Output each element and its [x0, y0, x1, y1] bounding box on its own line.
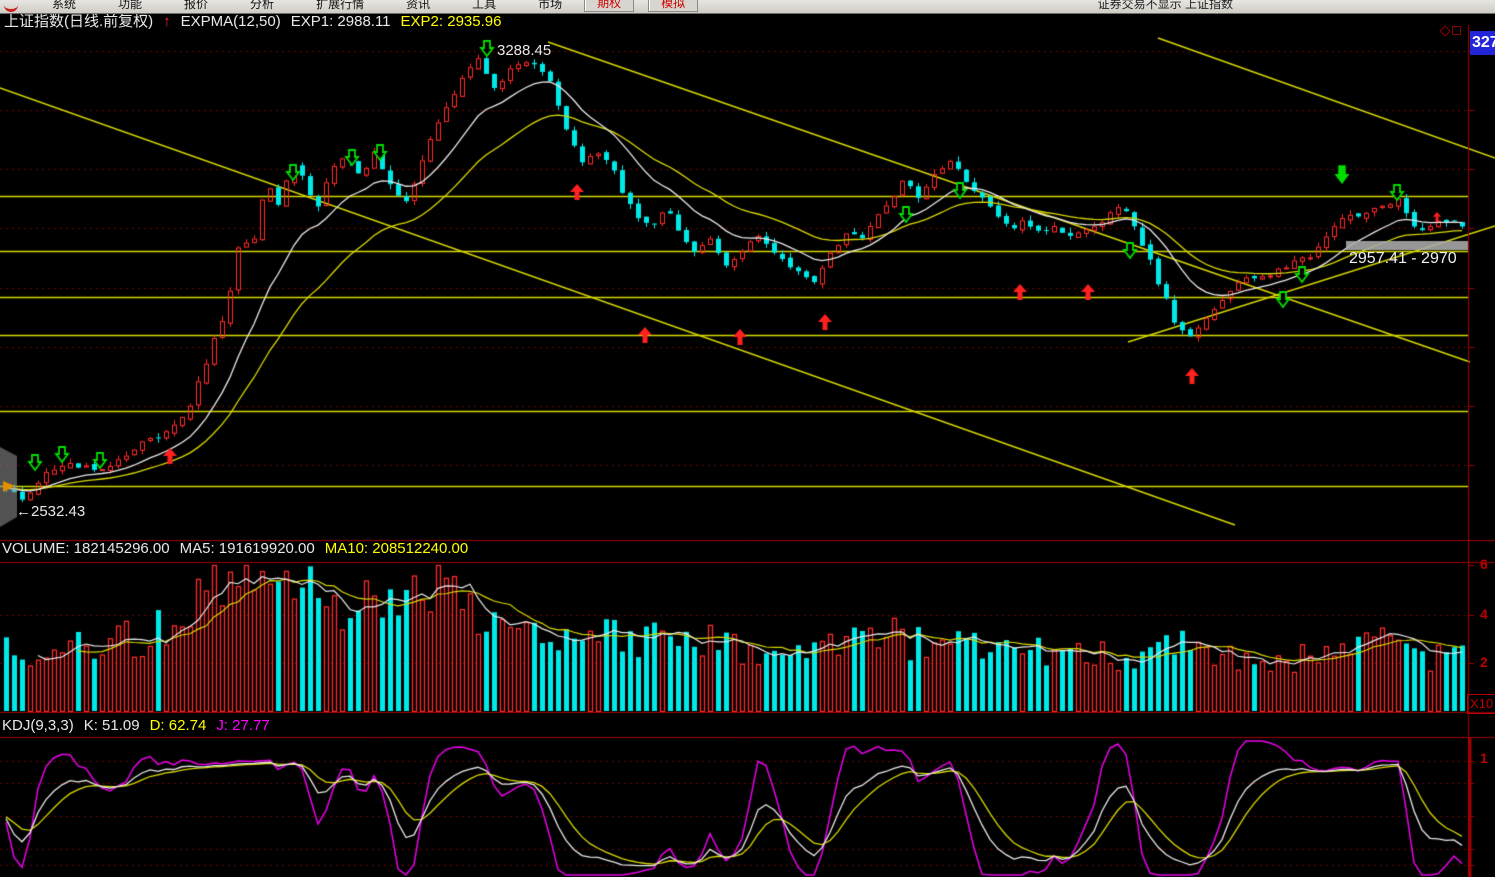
kdj-name[interactable]: KDJ(9,3,3) — [2, 718, 74, 735]
menu-item-sim-highlight[interactable]: 模拟 — [648, 0, 698, 12]
menu-item-function[interactable]: 功能 — [110, 0, 150, 12]
volume-axis-tick-6: 6 — [1480, 557, 1488, 572]
menu-item-extended-quotes[interactable]: 扩展行情 — [308, 0, 372, 12]
menu-item-quotes[interactable]: 报价 — [176, 0, 216, 12]
trading-app-window: 系统 功能 报价 分析 扩展行情 资讯 工具 市场 期权 模拟 证券交易不显示 … — [0, 0, 1495, 877]
volume-value: VOLUME: 182145296.00 — [2, 541, 170, 558]
kdj-header: KDJ(9,3,3) K: 51.09 D: 62.74 J: 27.77 — [2, 718, 270, 735]
square-icon[interactable] — [1452, 26, 1461, 35]
current-price-range-label: 2957.41 - 2970 — [1349, 250, 1467, 268]
kdj-k-value: K: 51.09 — [84, 718, 140, 735]
volume-ma10-value: MA10: 208512240.00 — [325, 541, 468, 558]
menu-bar: 系统 功能 报价 分析 扩展行情 资讯 工具 市场 期权 模拟 证券交易不显示 … — [0, 0, 1495, 14]
exp1-value: EXP1: 2988.11 — [291, 14, 391, 31]
volume-axis-tick-4: 4 — [1480, 607, 1488, 622]
menu-item-analysis[interactable]: 分析 — [242, 0, 282, 12]
menu-item-system[interactable]: 系统 — [44, 0, 84, 12]
up-arrow-icon: ↑ — [163, 14, 171, 31]
volume-scale-badge: X10 — [1467, 694, 1495, 714]
menu-bar-status-text: 证券交易不显示 上证指数 — [1098, 0, 1233, 12]
indicator-name[interactable]: EXPMA(12,50) — [181, 14, 281, 31]
kdj-axis-tick-100: 1 — [1480, 751, 1488, 766]
peak-price-label: 3288.45 — [497, 43, 551, 60]
menu-item-tools[interactable]: 工具 — [464, 0, 504, 12]
menu-item-options-highlight[interactable]: 期权 — [584, 0, 634, 12]
low-price-label: ←2532.43 — [16, 504, 85, 521]
menu-item-news[interactable]: 资讯 — [398, 0, 438, 12]
menu-item-market[interactable]: 市场 — [530, 0, 570, 12]
chart-canvas[interactable] — [0, 0, 1495, 877]
kdj-j-value: J: 27.77 — [216, 718, 269, 735]
volume-header: VOLUME: 182145296.00 MA5: 191619920.00 M… — [2, 541, 468, 558]
price-scale-badge: 327 — [1470, 31, 1495, 55]
app-logo-icon[interactable] — [4, 0, 18, 12]
kdj-d-value: D: 62.74 — [150, 718, 207, 735]
exp2-value: EXP2: 2935.96 — [401, 14, 502, 31]
volume-ma5-value: MA5: 191619920.00 — [180, 541, 315, 558]
chart-title-bar: 上证指数(日线.前复权) ↑ EXPMA(12,50) EXP1: 2988.1… — [4, 14, 501, 31]
volume-axis-tick-2: 2 — [1480, 655, 1488, 670]
symbol-title[interactable]: 上证指数(日线.前复权) — [4, 14, 153, 31]
